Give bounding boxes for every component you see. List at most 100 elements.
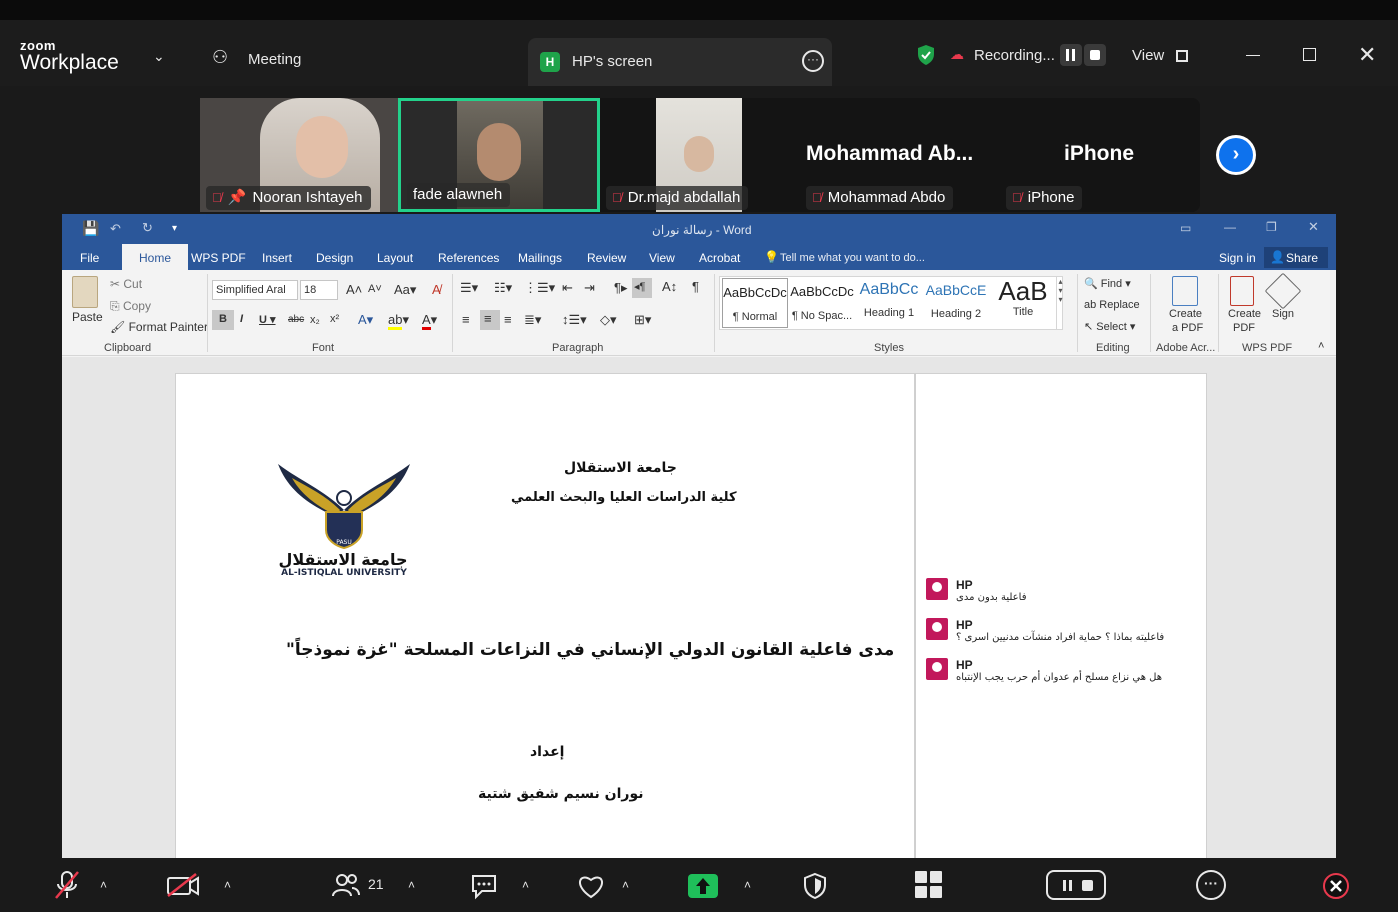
paste-icon[interactable] [72, 276, 98, 308]
adobe-create-label[interactable]: Create [1169, 308, 1202, 320]
maximize-icon[interactable] [1303, 48, 1316, 61]
apps-button[interactable] [914, 870, 944, 900]
redo-icon[interactable]: ↻ [142, 220, 153, 236]
share-button[interactable]: 👤 Share [1264, 247, 1328, 268]
record-controls-button[interactable] [1046, 870, 1106, 900]
grow-font-icon[interactable]: A˄ [346, 282, 362, 297]
text-effects-icon[interactable]: A▾ [358, 312, 373, 328]
sign-label[interactable]: Sign [1272, 308, 1294, 320]
sort-icon[interactable]: A↕ [662, 279, 677, 294]
line-spacing-icon[interactable]: ↕☰▾ [562, 312, 587, 328]
tab-acrobat[interactable]: Acrobat [689, 244, 750, 270]
share-options-chevron[interactable]: ˄ [744, 878, 751, 892]
comment[interactable]: HP فاعلية بدون مدى [926, 578, 1196, 612]
shrink-font-icon[interactable]: A˅ [368, 283, 382, 295]
host-tools-button[interactable] [802, 872, 828, 900]
participant-tile[interactable]: iPhone 🎙̸ iPhone [1000, 98, 1200, 212]
numbering-icon[interactable]: ☷▾ [494, 280, 512, 296]
tab-review[interactable]: Review [577, 244, 636, 270]
save-icon[interactable]: 💾 [82, 220, 99, 237]
security-shield-icon[interactable] [916, 44, 936, 66]
justify-icon[interactable]: ≣▾ [524, 312, 541, 328]
style-no-spacing[interactable]: AaBbCcDc ¶ No Spac... [789, 278, 855, 328]
italic-icon[interactable]: I [240, 313, 243, 325]
document-page[interactable]: جامعة الاستقلال كلية الدراسات العليا وال… [175, 373, 915, 858]
mute-button[interactable] [54, 870, 80, 900]
bullets-icon[interactable]: ☰▾ [460, 280, 478, 296]
tab-file[interactable]: File [70, 244, 109, 270]
style-normal[interactable]: AaBbCcDc ¶ Normal [722, 278, 788, 328]
share-screen-button[interactable] [688, 874, 718, 898]
format-painter-button[interactable]: 🖌 Format Painter [110, 320, 208, 334]
participant-tile[interactable]: 🎙̸ 📌 Nooran Ishtayeh [200, 98, 398, 212]
chat-options-chevron[interactable]: ˄ [522, 878, 529, 892]
borders-icon[interactable]: ⊞▾ [634, 312, 651, 328]
participant-tile[interactable]: 🎙̸ Dr.majd abdallah [600, 98, 800, 212]
select-button[interactable]: ↖ Select ▾ [1084, 320, 1135, 333]
participant-tile-active[interactable]: fade alawneh [398, 98, 600, 212]
multilevel-list-icon[interactable]: ⋮☰▾ [524, 280, 555, 296]
react-options-chevron[interactable]: ˄ [622, 878, 629, 892]
style-heading-1[interactable]: AaBbCc Heading 1 [856, 278, 922, 328]
participants-button[interactable] [332, 872, 360, 898]
styles-scroll[interactable]: ▴ ▾ ▾ [1056, 277, 1064, 329]
superscript-icon[interactable]: x² [330, 313, 339, 325]
paste-button[interactable]: Paste [72, 310, 103, 324]
strikethrough-icon[interactable]: abc [288, 314, 304, 325]
wps-create-pdf-icon[interactable] [1230, 276, 1254, 306]
subscript-icon[interactable]: x₂ [310, 314, 320, 326]
align-right-icon[interactable]: ≡ [504, 312, 512, 327]
chevron-down-icon[interactable]: ⌄ [153, 48, 165, 65]
tab-wps-pdf[interactable]: WPS PDF [181, 244, 256, 270]
style-title[interactable]: AaB Title [990, 278, 1056, 328]
ltr-icon[interactable]: ¶▸ [614, 280, 628, 296]
collapse-ribbon-icon[interactable]: ˄ [1318, 340, 1324, 352]
stop-recording-button[interactable] [1084, 44, 1106, 66]
adobe-pdf-label[interactable]: a PDF [1172, 322, 1203, 334]
meeting-menu[interactable]: ⚇ [212, 47, 228, 68]
decrease-indent-icon[interactable]: ⇤ [562, 280, 573, 296]
copy-button[interactable]: ⎘ Copy [110, 299, 151, 314]
more-options-icon[interactable]: ··· [802, 50, 824, 72]
ribbon-display-icon[interactable]: ▭ [1180, 221, 1191, 235]
font-color-icon[interactable]: A▾ [422, 312, 437, 330]
comment[interactable]: HP فاعليته بماذا ؟ حماية افراد منشآت مدن… [926, 618, 1196, 652]
more-icon[interactable]: ··· [1196, 870, 1226, 900]
comment[interactable]: HP هل هي نزاع مسلح أم عدوان أم حرب يجب ا… [926, 658, 1196, 692]
participant-tile[interactable]: Mohammad Ab... 🎙̸ Mohammad Abdo [800, 98, 1000, 212]
chat-button[interactable] [470, 872, 498, 900]
show-marks-icon[interactable]: ¶ [692, 279, 699, 294]
sign-icon[interactable] [1264, 272, 1302, 310]
screen-share-tab[interactable]: H HP's screen ··· [528, 38, 832, 86]
underline-icon[interactable]: U ▾ [259, 313, 276, 326]
find-button[interactable]: 🔍 Find ▾ [1084, 277, 1131, 290]
participants-options-chevron[interactable]: ˄ [408, 878, 415, 892]
clear-formatting-icon[interactable]: A̸ [432, 282, 441, 297]
change-case-icon[interactable]: Aa▾ [394, 282, 416, 298]
audio-options-chevron[interactable]: ˄ [100, 878, 107, 892]
highlight-icon[interactable]: ab▾ [388, 312, 409, 330]
rtl-button[interactable]: ◂¶ [632, 278, 652, 298]
video-button[interactable] [166, 872, 200, 898]
tab-references[interactable]: References [428, 244, 509, 270]
align-center-button[interactable]: ≡ [480, 310, 500, 330]
font-name-select[interactable]: Simplified Aral [212, 280, 298, 300]
word-minimize-icon[interactable]: — [1224, 220, 1236, 234]
tell-me-search[interactable]: Tell me what you want to do... [780, 252, 925, 264]
close-icon[interactable]: ✕ [1358, 42, 1376, 68]
word-restore-icon[interactable]: ❐ [1266, 220, 1277, 234]
tab-design[interactable]: Design [306, 244, 363, 270]
pause-recording-button[interactable] [1060, 44, 1082, 66]
react-button[interactable] [576, 872, 606, 900]
tab-view[interactable]: View [639, 244, 685, 270]
undo-icon[interactable]: ↶ [110, 221, 121, 237]
meeting-label[interactable]: Meeting [248, 51, 301, 68]
tab-home[interactable]: Home [122, 244, 188, 270]
bold-button[interactable]: B [212, 310, 234, 330]
word-close-icon[interactable]: ✕ [1308, 219, 1319, 235]
customize-toolbar-icon[interactable]: ▾ [172, 223, 177, 234]
increase-indent-icon[interactable]: ⇥ [584, 280, 595, 296]
sign-in-link[interactable]: Sign in [1219, 251, 1256, 265]
cut-button[interactable]: ✂ Cut [110, 277, 142, 291]
create-pdf-icon[interactable] [1172, 276, 1198, 306]
